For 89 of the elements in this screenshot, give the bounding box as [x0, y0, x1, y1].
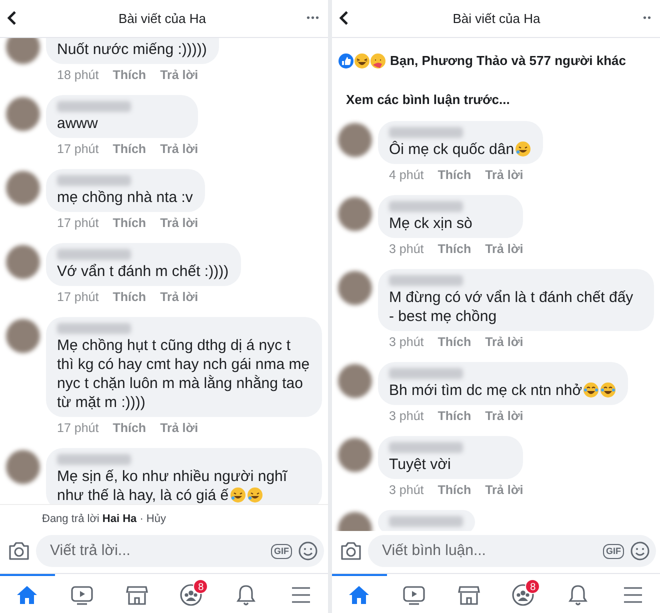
gif-button[interactable]: GIF — [603, 544, 624, 558]
comment-time: 18 phút — [57, 68, 99, 83]
bell-icon[interactable] — [236, 584, 256, 606]
like-link[interactable]: Thích — [112, 421, 146, 436]
like-link[interactable]: Thích — [112, 216, 146, 231]
reply-link[interactable]: Trả lời — [160, 68, 198, 83]
avatar[interactable] — [6, 245, 40, 279]
rolling-laughing-emoji-icon — [246, 487, 263, 503]
reaction-icon — [338, 52, 386, 69]
comment-time: 17 phút — [57, 290, 99, 305]
comment-time: 17 phút — [57, 421, 99, 436]
video-icon[interactable] — [403, 584, 425, 604]
comment-time: 3 phút — [389, 483, 424, 498]
reply-link[interactable]: Trả lời — [485, 483, 524, 498]
reply-link[interactable]: Trả lời — [160, 142, 198, 157]
laughing-tears-emoji-icon — [583, 382, 600, 398]
avatar[interactable] — [338, 123, 372, 157]
comment-text: Nuốt nước miếng :))))) — [57, 40, 207, 59]
avatar[interactable] — [6, 319, 40, 353]
avatar[interactable] — [6, 97, 40, 131]
laughing-tears-emoji-icon — [600, 382, 616, 398]
reply-link[interactable]: Trả lời — [485, 409, 524, 424]
back-icon[interactable] — [338, 10, 350, 26]
comment-text: mẹ chồng nhà nta :v — [57, 188, 193, 207]
comment-time: 4 phút — [389, 168, 424, 183]
emoji-icon[interactable] — [298, 541, 318, 561]
like-link[interactable]: Thích — [112, 68, 146, 83]
reply-link[interactable]: Trả lời — [160, 290, 198, 305]
comment-text: awww — [57, 114, 99, 133]
comment-text: Bh mới tìm dc mẹ ck ntn nhở — [389, 381, 616, 400]
avatar[interactable] — [338, 364, 372, 398]
reply-link[interactable]: Trả lời — [160, 216, 198, 231]
comment-field[interactable]: Viết trả lời... GIF — [36, 535, 324, 567]
reply-link[interactable]: Trả lời — [160, 421, 198, 436]
comment-time: 17 phút — [57, 142, 99, 157]
camera-icon[interactable] — [340, 541, 362, 561]
notification-badge: 8 — [525, 579, 540, 594]
view-previous-link[interactable]: Xem các bình luận trước... — [332, 70, 660, 109]
replying-note: Đang trả lời Hai Ha · Hủy — [0, 504, 328, 531]
reply-link[interactable]: Trả lời — [485, 168, 524, 183]
comment-text: Mẹ ck xịn sò — [389, 214, 474, 233]
comment-text: Ôi mẹ ck quốc dân — [389, 140, 532, 159]
bell-icon[interactable] — [568, 584, 588, 606]
comment-time: 3 phút — [389, 409, 424, 424]
comment-text: Vớ vẩn t đánh m chết :)))) — [57, 262, 229, 281]
like-link[interactable]: Thích — [438, 483, 472, 498]
reactions-summary[interactable]: Bạn, Phương Thảo và 577 người khác — [390, 51, 626, 70]
avatar[interactable] — [6, 171, 40, 205]
comment-text: M đừng có vớ vẩn là t đánh chết đấy - best mẹ chồng — [389, 288, 634, 326]
like-link[interactable]: Thích — [112, 142, 146, 157]
notification-badge: 8 — [193, 579, 208, 594]
reply-link[interactable]: Trả lời — [485, 242, 524, 257]
shop-icon[interactable] — [458, 584, 480, 604]
shop-icon[interactable] — [126, 584, 148, 604]
gif-button[interactable]: GIF — [271, 544, 292, 558]
comment-time: 17 phút — [57, 216, 99, 231]
avatar[interactable] — [338, 271, 372, 305]
avatar[interactable] — [338, 438, 372, 472]
camera-icon[interactable] — [8, 541, 30, 561]
home-icon[interactable] — [348, 584, 370, 604]
video-icon[interactable] — [71, 584, 93, 604]
avatar[interactable] — [338, 197, 372, 231]
comment-time: 3 phút — [389, 242, 424, 257]
like-link[interactable]: Thích — [438, 242, 472, 257]
like-link[interactable]: Thích — [438, 335, 472, 350]
comment-text: Mẹ sịn ế, ko như nhiều người nghĩ như thế là hay, là có giá ế — [57, 467, 288, 504]
avatar[interactable] — [6, 38, 40, 64]
menu-icon[interactable] — [290, 586, 311, 604]
comment-time: 3 phút — [389, 335, 424, 350]
rolling-laughing-emoji-icon — [515, 141, 532, 157]
menu-icon[interactable] — [622, 586, 643, 604]
comment-field[interactable]: Viết bình luận... GIF — [368, 535, 656, 567]
emoji-icon[interactable] — [630, 541, 650, 561]
page-title: Bài viết của Ha — [452, 10, 540, 28]
like-link[interactable]: Thích — [112, 290, 146, 305]
comment-text: Tuyệt vời — [389, 455, 452, 474]
rolling-laughing-emoji-icon — [230, 487, 246, 503]
comment-text: Mẹ chồng hụt t cũng dthg dị á nyc t thì kg có hay cmt hay nch gái nma mẹ nyc t chặn luôn m mà lằng nhằng tao từ mặt m :)))) — [57, 336, 310, 412]
avatar[interactable] — [6, 450, 40, 484]
more-button[interactable]: ••• — [306, 11, 320, 26]
page-title: Bài viết của Ha — [118, 10, 206, 28]
more-button[interactable]: •• — [642, 11, 652, 26]
back-icon[interactable] — [6, 10, 18, 26]
reply-link[interactable]: Trả lời — [485, 335, 524, 350]
like-link[interactable]: Thích — [438, 168, 472, 183]
home-icon[interactable] — [16, 584, 38, 604]
groups-icon[interactable] — [180, 584, 202, 606]
groups-icon[interactable] — [512, 584, 534, 606]
like-link[interactable]: Thích — [438, 409, 472, 424]
